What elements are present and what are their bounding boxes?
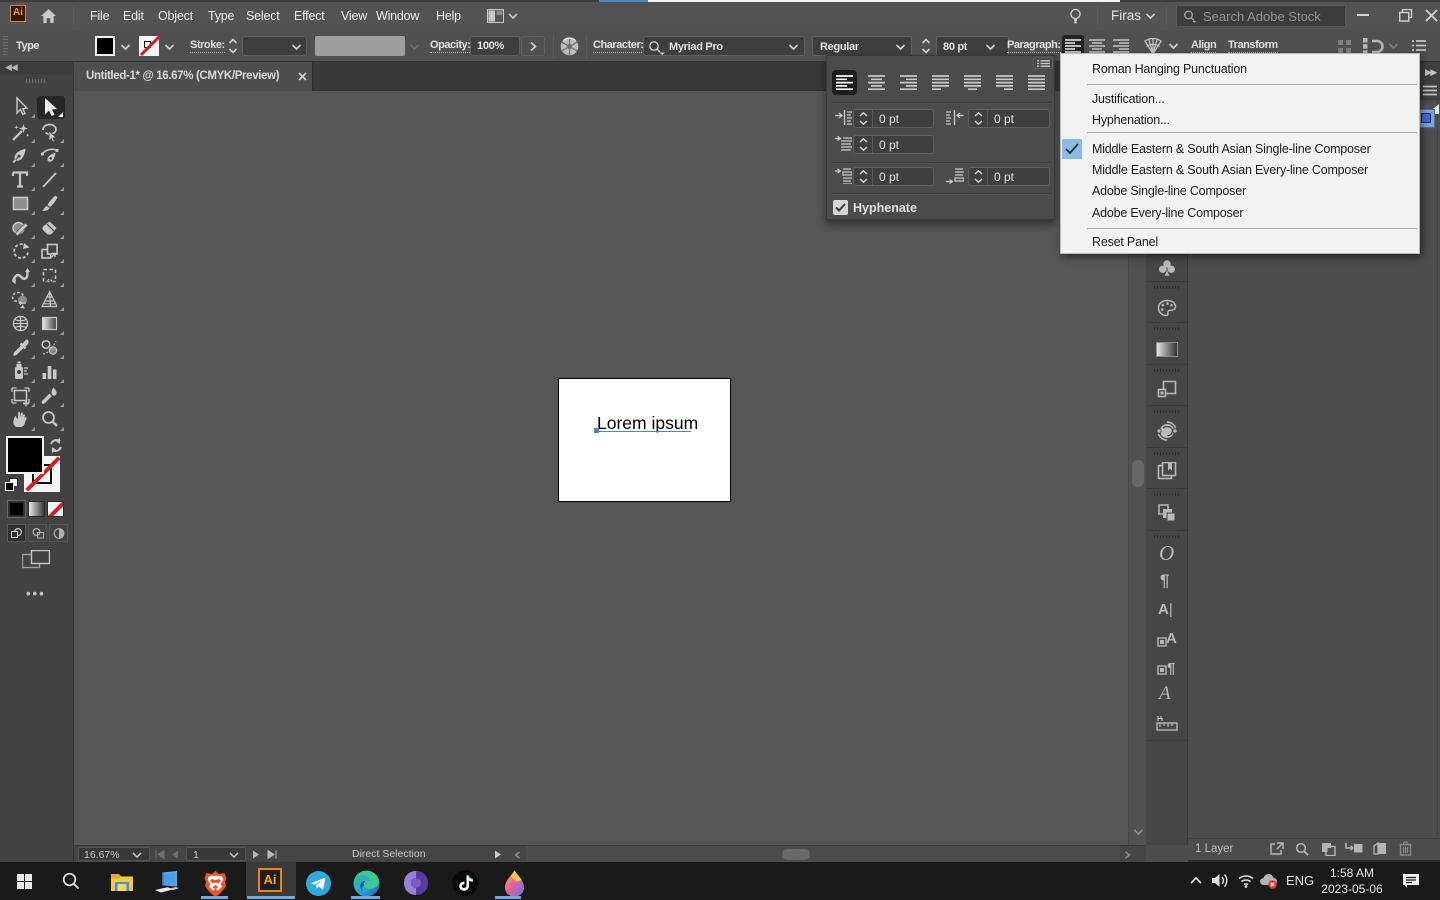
svg-text:¶: ¶	[1167, 660, 1175, 676]
svg-text:A: A	[1166, 630, 1177, 647]
